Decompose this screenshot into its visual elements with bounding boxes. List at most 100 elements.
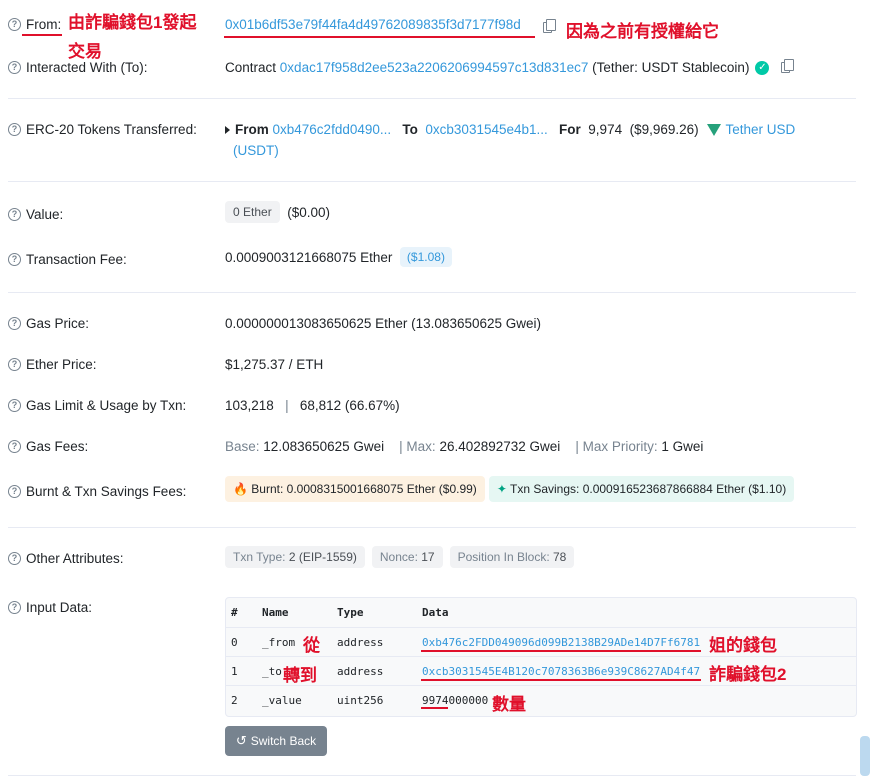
contract-name: (Tether: USDT Stablecoin) <box>592 60 750 75</box>
copy-icon[interactable] <box>543 19 556 33</box>
token-link[interactable]: Tether USD <box>725 122 795 137</box>
verified-check-icon: ✓ <box>755 60 770 75</box>
annotation-underline <box>421 707 448 709</box>
position-pill: Position In Block: 78 <box>449 546 575 568</box>
help-icon: ? <box>8 18 21 31</box>
divider <box>8 292 856 293</box>
input-data-table: # Name Type Data 0 _from address 0xb476c… <box>225 597 857 717</box>
help-icon: ? <box>8 399 21 412</box>
scroll-to-top-handle[interactable] <box>860 736 870 776</box>
gas-usage-value: 68,812 (66.67%) <box>299 398 400 413</box>
help-icon: ? <box>8 601 21 614</box>
gas-limit-value: 103,218 <box>225 398 274 413</box>
row-index: 2 <box>231 694 238 707</box>
fee-row: 0.0009003121668075 Ether ($1.08) <box>225 247 452 267</box>
row-type: uint256 <box>337 694 384 707</box>
annotation-from-right: 因為之前有授權給它 <box>566 22 719 41</box>
divider <box>8 181 856 182</box>
txn-type-value: 2 (EIP-1559) <box>288 550 357 564</box>
contract-prefix: Contract <box>225 60 277 75</box>
undo-icon: ↺ <box>235 733 247 748</box>
from-address-link[interactable]: 0x01b6df53e79f44fa4d49762089835f3d7177f9… <box>225 17 521 32</box>
copy-icon[interactable] <box>781 59 795 73</box>
other-row: Txn Type: 2 (EIP-1559) Nonce: 17 Positio… <box>225 546 575 568</box>
table-row: 2 _value uint256 9974000000 <box>226 685 856 713</box>
tether-icon <box>707 124 722 137</box>
annotation-from-name: 從 <box>303 636 320 655</box>
value-badge: 0 Ether <box>225 201 280 223</box>
erc20-label-text: ERC-20 Tokens Transferred: <box>26 122 197 137</box>
row-data-link[interactable]: 0xcb3031545E4B120c7078363B6e939C8627AD4f… <box>422 665 700 678</box>
input-label-text: Input Data: <box>26 600 93 615</box>
row-type: address <box>337 636 384 649</box>
annotation-underline <box>421 679 701 681</box>
header-type: Type <box>337 606 364 619</box>
help-icon: ? <box>8 552 21 565</box>
fee-label-text: Transaction Fee: <box>26 252 127 267</box>
flame-icon: 🔥 <box>233 482 248 496</box>
help-icon: ? <box>8 61 21 74</box>
base-value: 12.083650625 Gwei <box>263 439 385 454</box>
caret-right-icon <box>225 126 230 135</box>
help-icon: ? <box>8 208 21 221</box>
from-keyword: From <box>235 122 269 137</box>
annotation-amount: 數量 <box>492 695 526 714</box>
gas-limit-label-text: Gas Limit & Usage by Txn: <box>26 398 187 413</box>
from-label: ? From: <box>8 17 61 32</box>
value-label: ? Value: <box>8 207 63 222</box>
savings-text: Txn Savings: 0.000916523687866884 Ether … <box>510 482 787 496</box>
row-type: address <box>337 665 384 678</box>
gas-limit-label: ? Gas Limit & Usage by Txn: <box>8 398 186 413</box>
row-name: _value <box>262 694 302 707</box>
switch-back-button[interactable]: ↺ Switch Back <box>225 726 327 756</box>
txn-type-pill: Txn Type: 2 (EIP-1559) <box>225 546 365 568</box>
nonce-value: 17 <box>421 550 435 564</box>
annotation-to-name: 轉到 <box>283 666 317 685</box>
ether-price-label: ? Ether Price: <box>8 357 97 372</box>
header-data: Data <box>422 606 449 619</box>
to-keyword: To <box>402 122 418 137</box>
from-label-text: From: <box>26 17 62 32</box>
gas-price-value: 0.000000013083650625 Ether (13.083650625… <box>225 316 542 331</box>
help-icon: ? <box>8 440 21 453</box>
burnt-row: 🔥 Burnt: 0.0008315001668075 Ether ($0.99… <box>225 476 795 502</box>
interacted-label: ? Interacted With (To): <box>8 60 148 75</box>
divider <box>8 98 856 99</box>
value-usd: ($0.00) <box>287 204 330 220</box>
annotation-scam-wallet-2: 詐騙錢包2 <box>709 665 787 684</box>
switch-back-label: Switch Back <box>250 734 317 748</box>
token-symbol-link[interactable]: (USDT) <box>233 143 279 158</box>
fee-usd-badge: ($1.08) <box>399 247 452 267</box>
header-name: Name <box>262 606 289 619</box>
erc20-from-link[interactable]: 0xb476c2fdd0490... <box>273 122 392 137</box>
max-label: | Max: <box>399 439 436 454</box>
token-usd: ($9,969.26) <box>629 122 699 137</box>
token-amount: 9,974 <box>588 122 623 137</box>
gas-fees-row: Base: 12.083650625 Gwei | Max: 26.402892… <box>225 439 703 454</box>
annotation-underline <box>421 650 701 652</box>
max-value: 26.402892732 Gwei <box>439 439 561 454</box>
gas-limit-row: 103,218 | 68,812 (66.67%) <box>225 398 400 413</box>
savings-icon: ✦ <box>496 482 507 496</box>
annotation-from-2: 交易 <box>68 42 102 61</box>
burnt-label: ? Burnt & Txn Savings Fees: <box>8 484 186 499</box>
fee-value: 0.0009003121668075 Ether <box>225 249 393 265</box>
gas-fees-label: ? Gas Fees: <box>8 439 88 454</box>
contract-address-link[interactable]: 0xdac17f958d2ee523a2206206994597c13d831e… <box>280 60 589 75</box>
header-index: # <box>231 606 238 619</box>
input-label: ? Input Data: <box>8 600 92 615</box>
help-icon: ? <box>8 123 21 136</box>
row-data-link[interactable]: 0xb476c2FDD049096d099B2138B29ADe14D7Ff67… <box>422 636 700 649</box>
divider <box>8 527 856 528</box>
divider <box>8 775 856 776</box>
nonce-pill: Nonce: 17 <box>371 546 443 568</box>
for-keyword: For <box>559 122 581 137</box>
help-icon: ? <box>8 485 21 498</box>
row-name: _to <box>262 665 282 678</box>
burnt-badge: 🔥 Burnt: 0.0008315001668075 Ether ($0.99… <box>225 476 485 502</box>
annotation-sister-wallet: 姐的錢包 <box>709 636 777 655</box>
value-label-text: Value: <box>26 207 64 222</box>
erc20-to-link[interactable]: 0xcb3031545e4b1... <box>425 122 547 137</box>
row-data: 9974000000 <box>422 694 489 707</box>
position-value: 78 <box>553 550 567 564</box>
